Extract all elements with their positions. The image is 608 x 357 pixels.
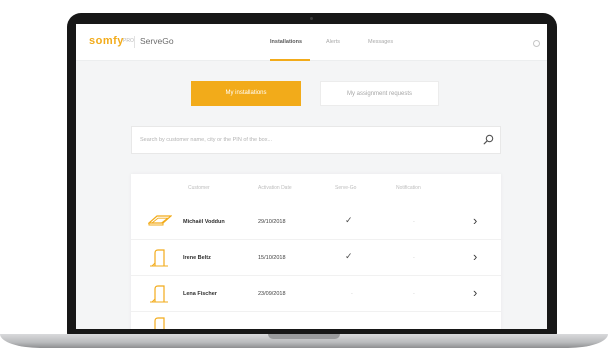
logo-pro-label: PRO (123, 38, 134, 44)
top-navigation-bar: somfy PRO ServeGo Installations Alerts M… (76, 24, 547, 61)
table-row[interactable]: Michaël Voddun 29/10/2018 ✓ - › (131, 204, 501, 240)
customer-name: Irene Beltz (183, 255, 211, 261)
chevron-right-icon[interactable]: › (473, 285, 477, 300)
chevron-right-icon[interactable]: › (473, 249, 477, 264)
row-divider (131, 311, 501, 312)
nav-alerts[interactable]: Alerts (326, 39, 340, 45)
roof-window-icon (148, 215, 172, 226)
door-icon (154, 317, 165, 329)
door-icon (150, 249, 168, 267)
column-header-customer: Customer (188, 185, 210, 191)
user-icon[interactable] (533, 40, 540, 47)
tab-my-installations[interactable]: My installations (191, 81, 301, 106)
notification-value: - (413, 255, 415, 261)
table-row[interactable]: Irene Beltz 15/10/2018 ✓ - › (131, 240, 501, 276)
activation-date: 29/10/2018 (258, 219, 286, 225)
laptop-opening-notch (268, 334, 340, 339)
search-box (131, 126, 501, 154)
notification-value: - (413, 291, 415, 297)
activation-date: 15/10/2018 (258, 255, 286, 261)
column-header-activation-date: Activation Date (258, 185, 292, 191)
column-header-notification: Notification (396, 185, 421, 191)
nav-active-underline (270, 59, 310, 61)
nav-messages[interactable]: Messages (368, 39, 393, 45)
notification-value: - (413, 219, 415, 225)
table-row[interactable]: Lena Fischer 23/09/2018 - - › (131, 276, 501, 312)
door-icon (150, 285, 168, 303)
activation-date: 23/09/2018 (258, 291, 286, 297)
tab-my-assignment-requests[interactable]: My assignment requests (320, 81, 439, 106)
nav-installations[interactable]: Installations (270, 39, 302, 45)
chevron-right-icon[interactable]: › (473, 213, 477, 228)
laptop-screen: somfy PRO ServeGo Installations Alerts M… (76, 24, 547, 329)
column-header-servego: Serve-Go (335, 185, 357, 191)
brand-divider (134, 36, 135, 48)
servego-check: ✓ (345, 215, 353, 225)
customer-name: Lena Fischer (183, 291, 217, 297)
servego-value: - (351, 291, 353, 297)
search-icon[interactable] (483, 134, 494, 145)
customer-name: Michaël Voddun (183, 219, 225, 225)
somfy-logo[interactable]: somfy (89, 35, 124, 47)
search-input[interactable] (140, 127, 470, 153)
servego-check: ✓ (345, 251, 353, 261)
webcam (310, 17, 313, 20)
servego-product-name: ServeGo (140, 36, 174, 46)
